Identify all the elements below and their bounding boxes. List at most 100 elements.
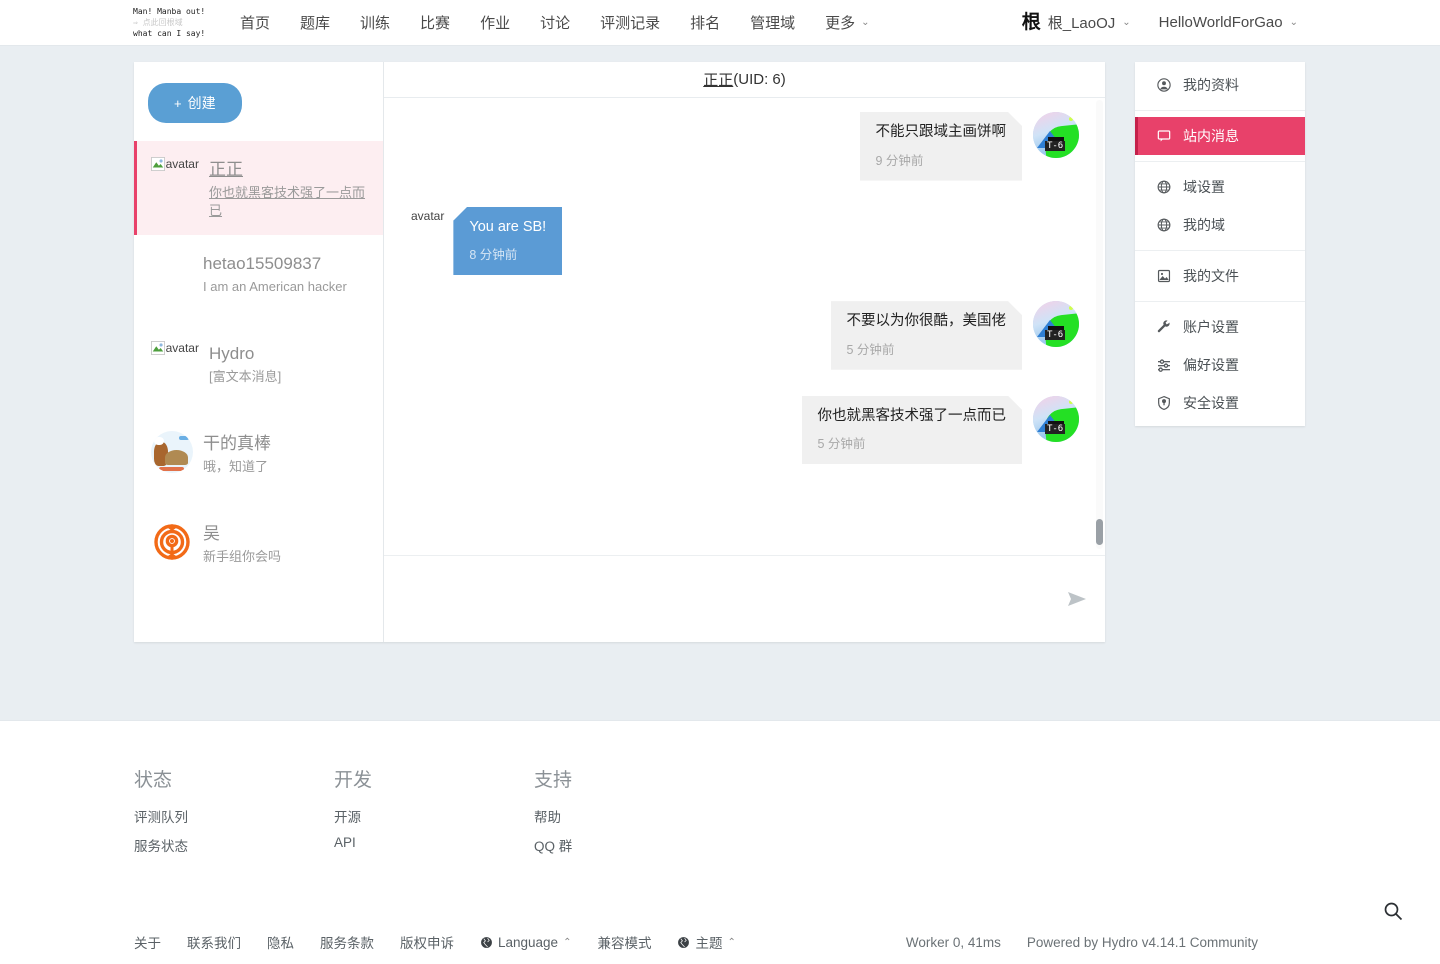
create-conversation-button[interactable]: + 创建 bbox=[148, 83, 242, 123]
avatar: T-6 bbox=[1033, 301, 1079, 348]
avatar: avatar bbox=[410, 207, 444, 223]
logo-line-1: Man! Manba out! bbox=[133, 7, 206, 16]
chat-scrollbar[interactable] bbox=[1096, 100, 1103, 549]
footer-bottom-link[interactable]: 服务条款 bbox=[307, 932, 387, 952]
chat-input-area bbox=[384, 556, 1105, 642]
footer-bottom-link[interactable]: 关于 bbox=[134, 932, 174, 952]
nav-item-label: 比赛 bbox=[420, 15, 451, 32]
conversation-item[interactable]: 吴 新手组你会吗 bbox=[134, 505, 383, 595]
avatar-image bbox=[151, 431, 193, 474]
footer-link-label: 版权申诉 bbox=[400, 936, 454, 951]
footer-link[interactable]: 帮助 bbox=[534, 806, 734, 826]
chat-header-uid: (UID: 6) bbox=[733, 71, 786, 88]
avatar: T-6 bbox=[1033, 112, 1079, 158]
conversation-name: Hydro bbox=[209, 344, 255, 364]
footer-link-label: 关于 bbox=[134, 936, 161, 951]
nav-item-label: 排名 bbox=[690, 15, 721, 32]
sidebar-item-my-files[interactable]: 我的文件 bbox=[1135, 257, 1305, 295]
user-menu-label: 根_LaoOJ bbox=[1047, 15, 1116, 32]
sidebar-item-domain-settings[interactable]: 域设置 bbox=[1135, 168, 1305, 206]
nav-problemset[interactable]: 题库 bbox=[285, 0, 345, 46]
nav-homework[interactable]: 作业 bbox=[465, 0, 525, 46]
sidebar-item-profile[interactable]: 我的资料 bbox=[1135, 66, 1305, 104]
sidebar-item-label: 站内消息 bbox=[1183, 128, 1239, 144]
footer-bottom-link[interactable]: 隐私 bbox=[254, 932, 307, 952]
footer-column: 状态 评测队列 服务状态 bbox=[134, 765, 334, 864]
footer-bottom-link[interactable]: 联系我们 bbox=[174, 932, 254, 952]
conversation-item[interactable]: avatar 正正 你也就黑客技术强了一点而已 bbox=[134, 141, 383, 236]
avatar: avatar bbox=[151, 341, 199, 383]
conversation-name: 正正 bbox=[209, 160, 243, 179]
nav-item-label: 首页 bbox=[240, 15, 271, 32]
chat-input[interactable] bbox=[384, 556, 1105, 642]
conversation-item[interactable]: avatar Hydro [富文本消息] bbox=[134, 325, 383, 415]
menu-divider bbox=[1135, 161, 1305, 162]
footer-bottom-link[interactable]: 主题 ⌃ bbox=[664, 932, 748, 952]
chevron-down-icon: ⌄ bbox=[1289, 17, 1298, 28]
user-menu[interactable]: 根 根_LaoOJ ⌄ bbox=[1008, 0, 1145, 46]
nav-item-label: 评测记录 bbox=[600, 15, 661, 32]
sidebar-item-preferences[interactable]: 偏好设置 bbox=[1135, 346, 1305, 384]
footer-bottom-link[interactable]: 版权申诉 bbox=[387, 932, 467, 952]
conversation-preview: I am an American hacker bbox=[203, 279, 347, 295]
site-logo[interactable]: Man! Manba out! ⇒ 点此回根域 what can I say! bbox=[133, 6, 211, 39]
worker-status: Worker 0, 41ms bbox=[905, 934, 1001, 950]
footer-bottom-link[interactable]: 兼容模式 bbox=[584, 932, 664, 952]
chat-scrollbar-thumb[interactable] bbox=[1096, 519, 1103, 545]
sliders-icon bbox=[1155, 357, 1172, 374]
sidebar-item-label: 我的域 bbox=[1183, 217, 1225, 233]
powered-by: Powered by Hydro v4.14.1 Community bbox=[1026, 934, 1258, 950]
conversation-preview: 新手组你会吗 bbox=[203, 549, 282, 565]
footer-link[interactable]: 服务状态 bbox=[134, 835, 334, 855]
search-icon[interactable] bbox=[1376, 894, 1410, 928]
nav-more[interactable]: 更多 ⌄ bbox=[810, 0, 884, 46]
nav-item-label: 训练 bbox=[360, 15, 391, 32]
send-icon[interactable] bbox=[1063, 586, 1091, 612]
message-time: 5 分钟前 bbox=[846, 342, 895, 357]
nav-records[interactable]: 评测记录 bbox=[585, 0, 675, 46]
sidebar-item-security[interactable]: 安全设置 bbox=[1135, 384, 1305, 422]
conversation-item[interactable]: hetao15509837 I am an American hacker bbox=[134, 235, 383, 325]
footer-link-label: 联系我们 bbox=[187, 936, 241, 951]
footer-link[interactable]: 开源 bbox=[334, 806, 534, 826]
conversation-name: hetao15509837 bbox=[203, 254, 322, 274]
sidebar-item-my-domains[interactable]: 我的域 bbox=[1135, 206, 1305, 244]
nav-manage-domain[interactable]: 管理域 bbox=[735, 0, 810, 46]
avatar-image: T-6 bbox=[1033, 395, 1079, 442]
message-text: 不能只跟域主画饼啊 bbox=[875, 124, 1006, 140]
footer-bottom-link[interactable]: Language ⌃ bbox=[467, 935, 584, 950]
sidebar-item-label: 我的资料 bbox=[1183, 77, 1239, 93]
footer-link-label: Language bbox=[498, 934, 559, 950]
sidebar-item-messages[interactable]: 站内消息 bbox=[1135, 117, 1305, 155]
footer-bottom-bar: 关于 联系我们 隐私 服务条款 版权申诉 Language ⌃ 兼容模式 主题 ⌃ Worker … bbox=[0, 920, 1440, 964]
message-time: 9 分钟前 bbox=[875, 153, 924, 168]
chat-message: avatar You are SB! 8 分钟前 bbox=[410, 206, 1079, 276]
footer-link-label: 隐私 bbox=[267, 936, 294, 951]
nav-ranking[interactable]: 排名 bbox=[675, 0, 735, 46]
nav-training[interactable]: 训练 bbox=[345, 0, 405, 46]
footer-link-label: 主题 bbox=[695, 936, 723, 951]
footer-link[interactable]: 评测队列 bbox=[134, 806, 334, 826]
sidebar-item-account-settings[interactable]: 账户设置 bbox=[1135, 308, 1305, 346]
globe-icon bbox=[1155, 217, 1172, 234]
chevron-down-icon: ⌄ bbox=[1122, 17, 1131, 28]
nav-discussion[interactable]: 讨论 bbox=[525, 0, 585, 46]
create-button-label: 创建 bbox=[187, 95, 216, 111]
conversation-item[interactable]: 干的真棒 哦，知道了 bbox=[134, 415, 383, 505]
nav-item-label: 管理域 bbox=[750, 15, 796, 32]
nav-home[interactable]: 首页 bbox=[225, 0, 285, 46]
footer-link[interactable]: QQ 群 bbox=[534, 835, 734, 855]
footer-link-list: 关于 联系我们 隐私 服务条款 版权申诉 Language ⌃ 兼容模式 主题 ⌃ bbox=[134, 932, 749, 952]
message-time: 5 分钟前 bbox=[817, 437, 866, 452]
sidebar-item-label: 我的文件 bbox=[1183, 268, 1239, 284]
message-bubble: 不要以为你很酷，美国佬 5 分钟前 bbox=[831, 301, 1023, 370]
footer-link[interactable]: API bbox=[334, 835, 534, 850]
footer-column-title: 开发 bbox=[334, 770, 373, 791]
nav-contest[interactable]: 比赛 bbox=[405, 0, 465, 46]
nav-right-group: 根 根_LaoOJ ⌄ HelloWorldForGao ⌄ bbox=[1008, 0, 1440, 46]
avatar-image: T-6 bbox=[1033, 301, 1079, 348]
avatar-alt-text: avatar bbox=[411, 208, 445, 223]
footer-columns: 状态 评测队列 服务状态 开发 开源 API 支持 帮助 QQ 群 bbox=[0, 721, 1440, 864]
message-text: You are SB! bbox=[469, 218, 547, 235]
domain-menu[interactable]: HelloWorldForGao ⌄ bbox=[1145, 0, 1312, 46]
